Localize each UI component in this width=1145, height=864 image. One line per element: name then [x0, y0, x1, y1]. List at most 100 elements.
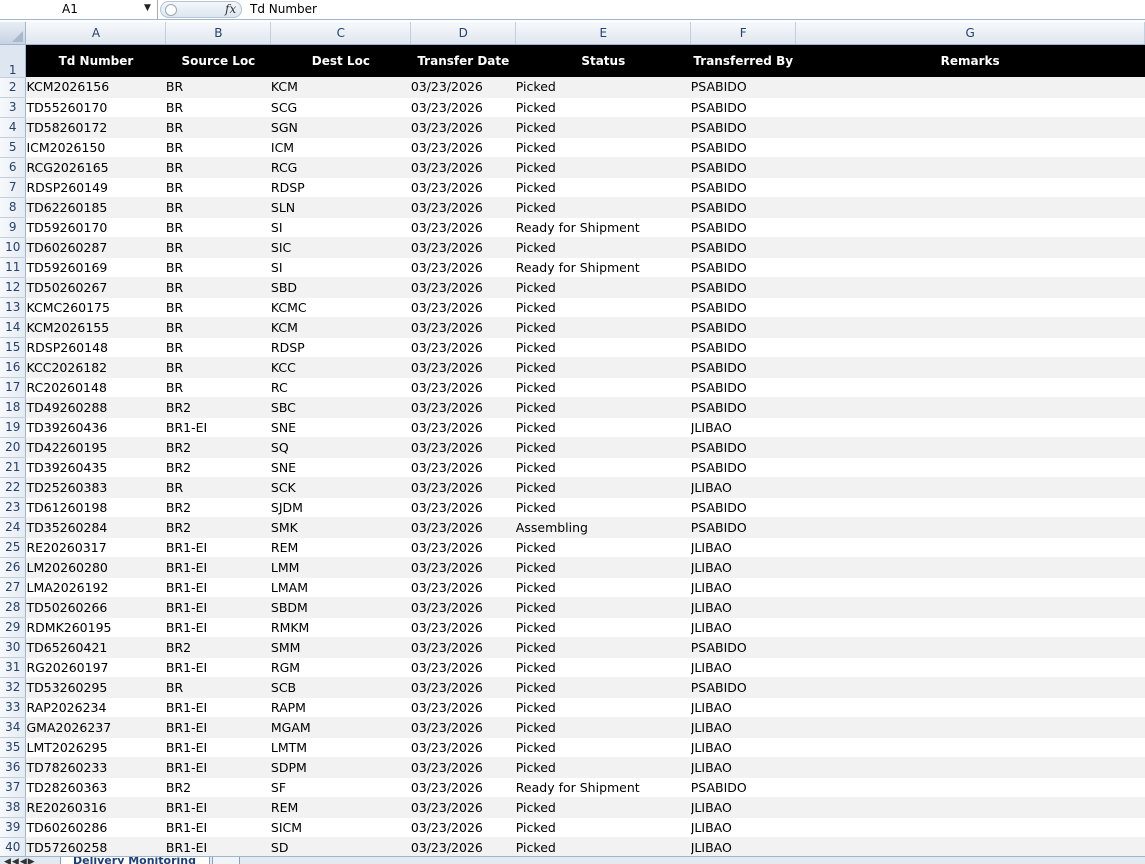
cell-dest-loc[interactable]: REM [270, 797, 411, 818]
cell-remarks[interactable] [795, 257, 1145, 278]
cell-transferred-by[interactable]: PSABIDO [690, 97, 796, 118]
cell-transferred-by[interactable]: PSABIDO [690, 357, 796, 378]
cell-transfer-date[interactable]: 03/23/2026 [410, 557, 516, 578]
cell-transfer-date[interactable]: 03/23/2026 [410, 837, 516, 858]
cell-source-loc[interactable]: BR [165, 197, 271, 218]
cell-source-loc[interactable]: BR1-EI [165, 717, 271, 738]
cell-td-number[interactable]: LMA2026192 [25, 577, 166, 598]
cell-td-number[interactable]: TD35260284 [25, 517, 166, 538]
cell-remarks[interactable] [795, 297, 1145, 318]
cell-td-number[interactable]: TD53260295 [25, 677, 166, 698]
cell-dest-loc[interactable]: RAPM [270, 697, 411, 718]
row-header[interactable]: 10 [0, 237, 27, 258]
cell-transferred-by[interactable]: PSABIDO [690, 677, 796, 698]
cell-dest-loc[interactable]: SD [270, 837, 411, 858]
cell-source-loc[interactable]: BR [165, 237, 271, 258]
cell-remarks[interactable] [795, 377, 1145, 398]
cell-remarks[interactable] [795, 457, 1145, 478]
cell-status[interactable]: Picked [515, 617, 691, 638]
cell-dest-loc[interactable]: LMTM [270, 737, 411, 758]
cell-transferred-by[interactable]: PSABIDO [690, 297, 796, 318]
cell-transferred-by[interactable]: PSABIDO [690, 237, 796, 258]
tab-scroll-arrows-icon[interactable]: ◀◀◀▶ [4, 857, 36, 864]
cell-source-loc[interactable]: BR1-EI [165, 797, 271, 818]
cell-td-number[interactable]: TD49260288 [25, 397, 166, 418]
cell-source-loc[interactable]: BR1-EI [165, 537, 271, 558]
cell-source-loc[interactable]: BR [165, 677, 271, 698]
cell-remarks[interactable] [795, 837, 1145, 858]
row-header[interactable]: 40 [0, 837, 27, 858]
cell-td-number[interactable]: LMT2026295 [25, 737, 166, 758]
cell-source-loc[interactable]: BR2 [165, 457, 271, 478]
cell-source-loc[interactable]: BR1-EI [165, 557, 271, 578]
cell-remarks[interactable] [795, 337, 1145, 358]
cell-status[interactable]: Picked [515, 817, 691, 838]
row-header[interactable]: 35 [0, 737, 27, 758]
cell-dest-loc[interactable]: KCC [270, 357, 411, 378]
row-header[interactable]: 27 [0, 577, 27, 598]
row-header[interactable]: 15 [0, 337, 27, 358]
cell-td-number[interactable]: RDMK260195 [25, 617, 166, 638]
cell-transfer-date[interactable]: 03/23/2026 [410, 717, 516, 738]
cell-dest-loc[interactable]: SBD [270, 277, 411, 298]
row-header[interactable]: 23 [0, 497, 27, 518]
cell-transfer-date[interactable]: 03/23/2026 [410, 757, 516, 778]
cell-transfer-date[interactable]: 03/23/2026 [410, 257, 516, 278]
cell-transferred-by[interactable]: JLIBAO [690, 737, 796, 758]
header-cell-td-number[interactable]: Td Number [25, 44, 167, 77]
cell-remarks[interactable] [795, 437, 1145, 458]
cell-remarks[interactable] [795, 577, 1145, 598]
cell-status[interactable]: Picked [515, 497, 691, 518]
cell-remarks[interactable] [795, 237, 1145, 258]
cell-remarks[interactable] [795, 477, 1145, 498]
cell-status[interactable]: Picked [515, 397, 691, 418]
row-header[interactable]: 37 [0, 777, 27, 798]
cell-td-number[interactable]: TD59260169 [25, 257, 166, 278]
cell-td-number[interactable]: KCC2026182 [25, 357, 166, 378]
cell-transferred-by[interactable]: JLIBAO [690, 817, 796, 838]
cell-source-loc[interactable]: BR2 [165, 777, 271, 798]
cell-dest-loc[interactable]: SGN [270, 117, 411, 138]
cell-dest-loc[interactable]: SQ [270, 437, 411, 458]
cell-transfer-date[interactable]: 03/23/2026 [410, 517, 516, 538]
cell-source-loc[interactable]: BR1-EI [165, 837, 271, 858]
cell-transfer-date[interactable]: 03/23/2026 [410, 237, 516, 258]
cell-source-loc[interactable]: BR [165, 277, 271, 298]
cell-status[interactable]: Picked [515, 77, 691, 98]
cell-transferred-by[interactable]: JLIBAO [690, 757, 796, 778]
row-header[interactable]: 18 [0, 397, 27, 418]
cell-status[interactable]: Picked [515, 237, 691, 258]
cell-transfer-date[interactable]: 03/23/2026 [410, 417, 516, 438]
cell-dest-loc[interactable]: RGM [270, 657, 411, 678]
cell-transfer-date[interactable]: 03/23/2026 [410, 577, 516, 598]
function-icon[interactable]: fx [225, 2, 236, 16]
cell-transferred-by[interactable]: PSABIDO [690, 437, 796, 458]
cell-remarks[interactable] [795, 317, 1145, 338]
cell-dest-loc[interactable]: SCK [270, 477, 411, 498]
cell-dest-loc[interactable]: SDPM [270, 757, 411, 778]
cell-source-loc[interactable]: BR [165, 177, 271, 198]
cell-transferred-by[interactable]: PSABIDO [690, 777, 796, 798]
cell-status[interactable]: Picked [515, 637, 691, 658]
cell-remarks[interactable] [795, 117, 1145, 138]
cell-dest-loc[interactable]: LMM [270, 557, 411, 578]
cell-transferred-by[interactable]: JLIBAO [690, 417, 796, 438]
cell-transferred-by[interactable]: PSABIDO [690, 497, 796, 518]
cell-transferred-by[interactable]: PSABIDO [690, 157, 796, 178]
cell-source-loc[interactable]: BR [165, 477, 271, 498]
cell-td-number[interactable]: TD28260363 [25, 777, 166, 798]
cell-transfer-date[interactable]: 03/23/2026 [410, 697, 516, 718]
cell-dest-loc[interactable]: SMM [270, 637, 411, 658]
column-header-a[interactable]: A [25, 22, 167, 45]
cell-source-loc[interactable]: BR [165, 157, 271, 178]
cell-dest-loc[interactable]: RDSP [270, 177, 411, 198]
cell-transfer-date[interactable]: 03/23/2026 [410, 97, 516, 118]
cell-transfer-date[interactable]: 03/23/2026 [410, 157, 516, 178]
cell-transferred-by[interactable]: PSABIDO [690, 137, 796, 158]
cell-transferred-by[interactable]: PSABIDO [690, 397, 796, 418]
cell-transfer-date[interactable]: 03/23/2026 [410, 137, 516, 158]
cell-transferred-by[interactable]: PSABIDO [690, 517, 796, 538]
row-header[interactable]: 7 [0, 177, 27, 198]
cell-transfer-date[interactable]: 03/23/2026 [410, 737, 516, 758]
cell-td-number[interactable]: TD62260185 [25, 197, 166, 218]
